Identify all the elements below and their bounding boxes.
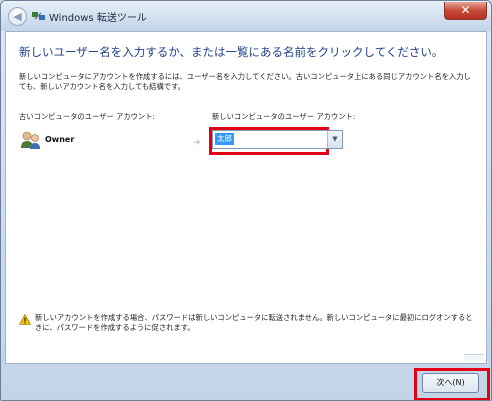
chevron-down-icon: ▼ bbox=[332, 135, 338, 143]
transfer-window: ◀ Windows 転送ツール ✕ 新しいユーザー名を入力するか、または一覧にあ… bbox=[0, 0, 492, 401]
window-title: Windows 転送ツール bbox=[49, 13, 147, 24]
arrow-right-icon: ➜ bbox=[193, 138, 201, 148]
close-button[interactable]: ✕ bbox=[444, 2, 487, 20]
new-account-label: 新しいコンピュータのユーザー アカウント: bbox=[212, 112, 356, 121]
back-arrow-icon: ◀ bbox=[13, 10, 22, 23]
back-button[interactable]: ◀ bbox=[8, 7, 27, 26]
new-user-combobox[interactable]: 太郎 ▼ bbox=[212, 130, 343, 149]
users-icon bbox=[21, 131, 40, 149]
warning-message: 新しいアカウントを作成する場合、パスワードは新しいコンピュータに転送されません。… bbox=[35, 313, 473, 332]
resize-grip bbox=[464, 354, 484, 361]
main-panel: 新しいユーザー名を入力するか、または一覧にある名前をクリックしてください。 新し… bbox=[5, 31, 487, 364]
title-bar: ◀ Windows 転送ツール ✕ bbox=[1, 1, 491, 31]
old-user-name: Owner bbox=[45, 135, 75, 144]
transfer-app-icon bbox=[32, 12, 45, 20]
instructions-text: 新しいコンピュータにアカウントを作成するには、ユーザー名を入力してください。古い… bbox=[19, 72, 471, 91]
next-button[interactable]: 次へ(N) bbox=[422, 373, 479, 393]
close-icon: ✕ bbox=[460, 3, 471, 17]
new-user-value[interactable]: 太郎 bbox=[215, 133, 234, 145]
warning-icon bbox=[19, 314, 31, 325]
dropdown-button[interactable]: ▼ bbox=[327, 131, 342, 148]
page-heading: 新しいユーザー名を入力するか、または一覧にある名前をクリックしてください。 bbox=[19, 45, 444, 59]
old-account-label: 古いコンピュータのユーザー アカウント: bbox=[19, 112, 155, 121]
